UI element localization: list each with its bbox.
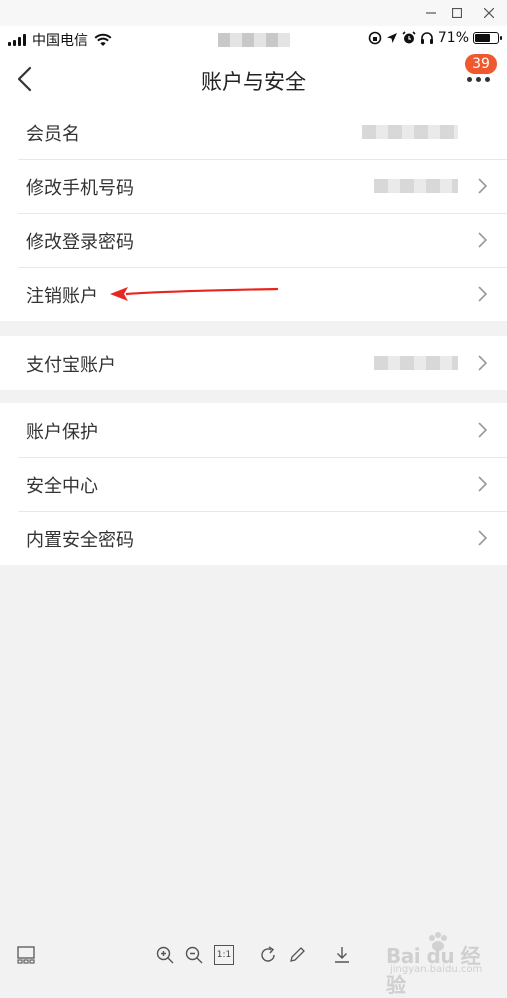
signal-icon: [8, 34, 26, 46]
chevron-right-icon: [478, 476, 487, 492]
change-phone-row[interactable]: 修改手机号码: [0, 159, 507, 213]
close-icon[interactable]: [478, 3, 500, 23]
security-group: 账户保护 安全中心 内置安全密码: [0, 403, 507, 565]
wifi-icon: [94, 33, 112, 46]
maximize-icon[interactable]: [446, 3, 468, 23]
location-icon: [386, 33, 397, 43]
page-title: 账户与安全: [201, 70, 306, 94]
blurred-value: [362, 125, 458, 139]
row-label: 注销账户: [26, 286, 98, 307]
download-icon[interactable]: [332, 945, 352, 965]
edit-icon[interactable]: [287, 945, 307, 965]
chevron-right-icon: [478, 422, 487, 438]
row-label: 安全中心: [26, 476, 98, 497]
annotation-arrow-icon: [110, 287, 279, 301]
lock-rotation-icon: [368, 31, 382, 45]
security-center-row[interactable]: 安全中心: [0, 457, 507, 511]
cancel-account-row[interactable]: 注销账户: [0, 267, 507, 321]
rotate-icon[interactable]: [258, 945, 278, 965]
alipay-account-row[interactable]: 支付宝账户: [0, 336, 507, 390]
blurred-time: [218, 33, 290, 47]
battery-icon: [473, 32, 502, 44]
actual-size-icon[interactable]: 1:1: [214, 945, 234, 965]
minimize-icon[interactable]: [420, 3, 442, 23]
thumbnail-icon[interactable]: [16, 945, 36, 965]
member-name-row[interactable]: 会员名: [0, 105, 507, 159]
chevron-right-icon: [478, 530, 487, 546]
navigation-bar: 账户与安全 39: [0, 54, 507, 105]
chevron-right-icon: [478, 286, 487, 302]
chevron-right-icon: [478, 178, 487, 194]
zoom-in-icon[interactable]: [155, 945, 175, 965]
account-protection-row[interactable]: 账户保护: [0, 403, 507, 457]
alipay-group: 支付宝账户: [0, 336, 507, 390]
chevron-right-icon: [478, 355, 487, 371]
row-label: 修改手机号码: [26, 178, 134, 199]
status-bar: 中国电信 71%: [0, 26, 507, 54]
watermark-sub: jingyan.baidu.com: [390, 964, 483, 975]
baidu-watermark: Bai du 经验 jingyan.baidu.com: [386, 932, 498, 997]
row-label: 修改登录密码: [26, 232, 134, 253]
row-label: 会员名: [26, 124, 80, 145]
account-group: 会员名 修改手机号码 修改登录密码 注销账户: [0, 105, 507, 321]
blurred-value: [374, 356, 458, 370]
battery-percent: 71%: [437, 30, 469, 46]
notification-badge: 39: [465, 54, 497, 74]
blurred-value: [374, 179, 458, 193]
more-icon[interactable]: [467, 74, 493, 84]
change-password-row[interactable]: 修改登录密码: [0, 213, 507, 267]
row-label: 账户保护: [26, 422, 98, 443]
chevron-right-icon: [478, 232, 487, 248]
carrier-name: 中国电信: [32, 33, 88, 49]
alarm-icon: [402, 31, 416, 44]
zoom-out-icon[interactable]: [184, 945, 204, 965]
row-label: 内置安全密码: [26, 530, 134, 551]
headphones-icon: [420, 32, 433, 44]
window-title-bar: [0, 0, 507, 26]
builtin-password-row[interactable]: 内置安全密码: [0, 511, 507, 565]
row-label: 支付宝账户: [26, 355, 116, 376]
